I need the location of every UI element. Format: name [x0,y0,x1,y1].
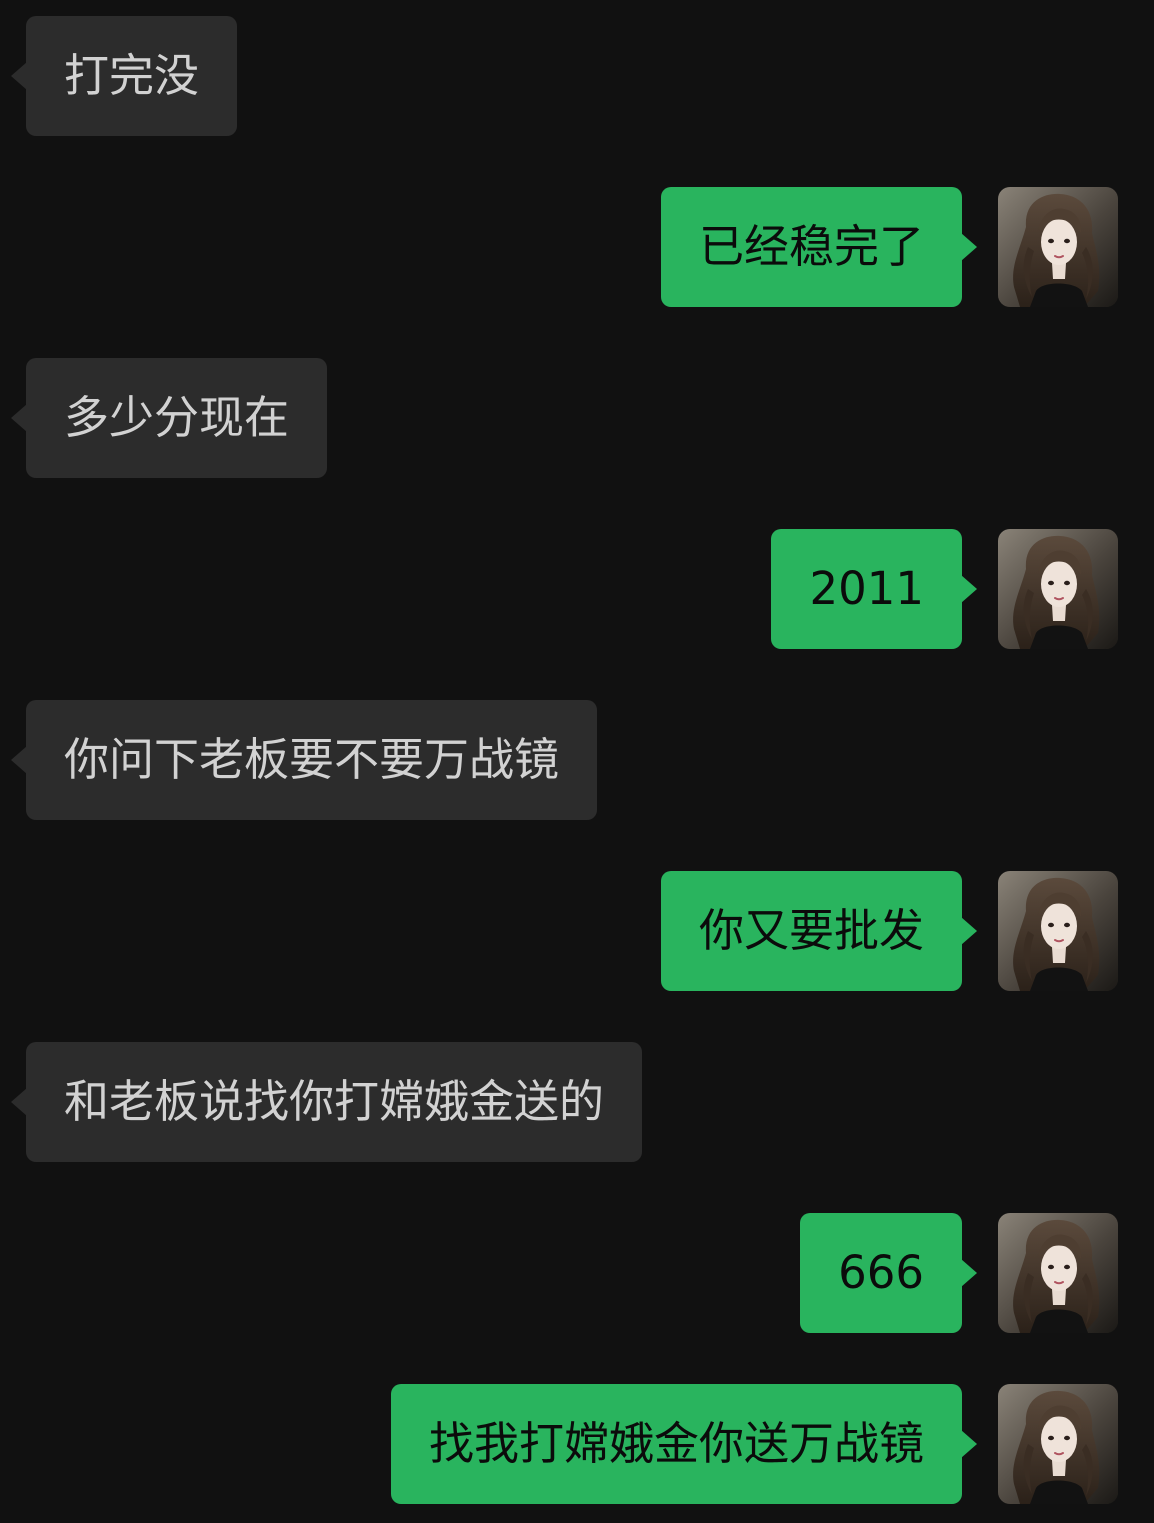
message-row-outgoing: 666 [0,1213,1154,1333]
message-row-outgoing: 找我打嫦娥金你送万战镜 [0,1384,1154,1504]
user-avatar-icon[interactable] [998,1213,1118,1333]
message-row-outgoing: 你又要批发 [0,871,1154,991]
message-row-incoming: 你问下老板要不要万战镜 [0,700,1154,820]
user-avatar-icon[interactable] [998,871,1118,991]
user-avatar-icon[interactable] [998,1384,1118,1504]
outgoing-message-bubble[interactable]: 2011 [771,529,977,649]
message-row-incoming: 多少分现在 [0,358,1154,478]
message-row-outgoing: 2011 [0,529,1154,649]
incoming-message-bubble[interactable]: 打完没 [10,16,238,136]
message-row-incoming: 和老板说找你打嫦娥金送的 [0,1042,1154,1162]
user-avatar-icon[interactable] [998,187,1118,307]
incoming-message-bubble[interactable]: 多少分现在 [10,358,328,478]
outgoing-message-bubble[interactable]: 你又要批发 [660,871,978,991]
chat-message-list: 打完没 已经稳完了 多少分现在 2011 你问下老板要不要万战镜 你又要批发 和… [0,0,1154,1523]
user-avatar-icon[interactable] [998,529,1118,649]
message-row-outgoing: 已经稳完了 [0,187,1154,307]
incoming-message-bubble[interactable]: 和老板说找你打嫦娥金送的 [10,1042,643,1162]
outgoing-message-bubble[interactable]: 已经稳完了 [660,187,978,307]
incoming-message-bubble[interactable]: 你问下老板要不要万战镜 [10,700,598,820]
outgoing-message-bubble[interactable]: 666 [800,1213,977,1333]
outgoing-message-bubble[interactable]: 找我打嫦娥金你送万战镜 [390,1384,978,1504]
message-row-incoming: 打完没 [0,16,1154,136]
